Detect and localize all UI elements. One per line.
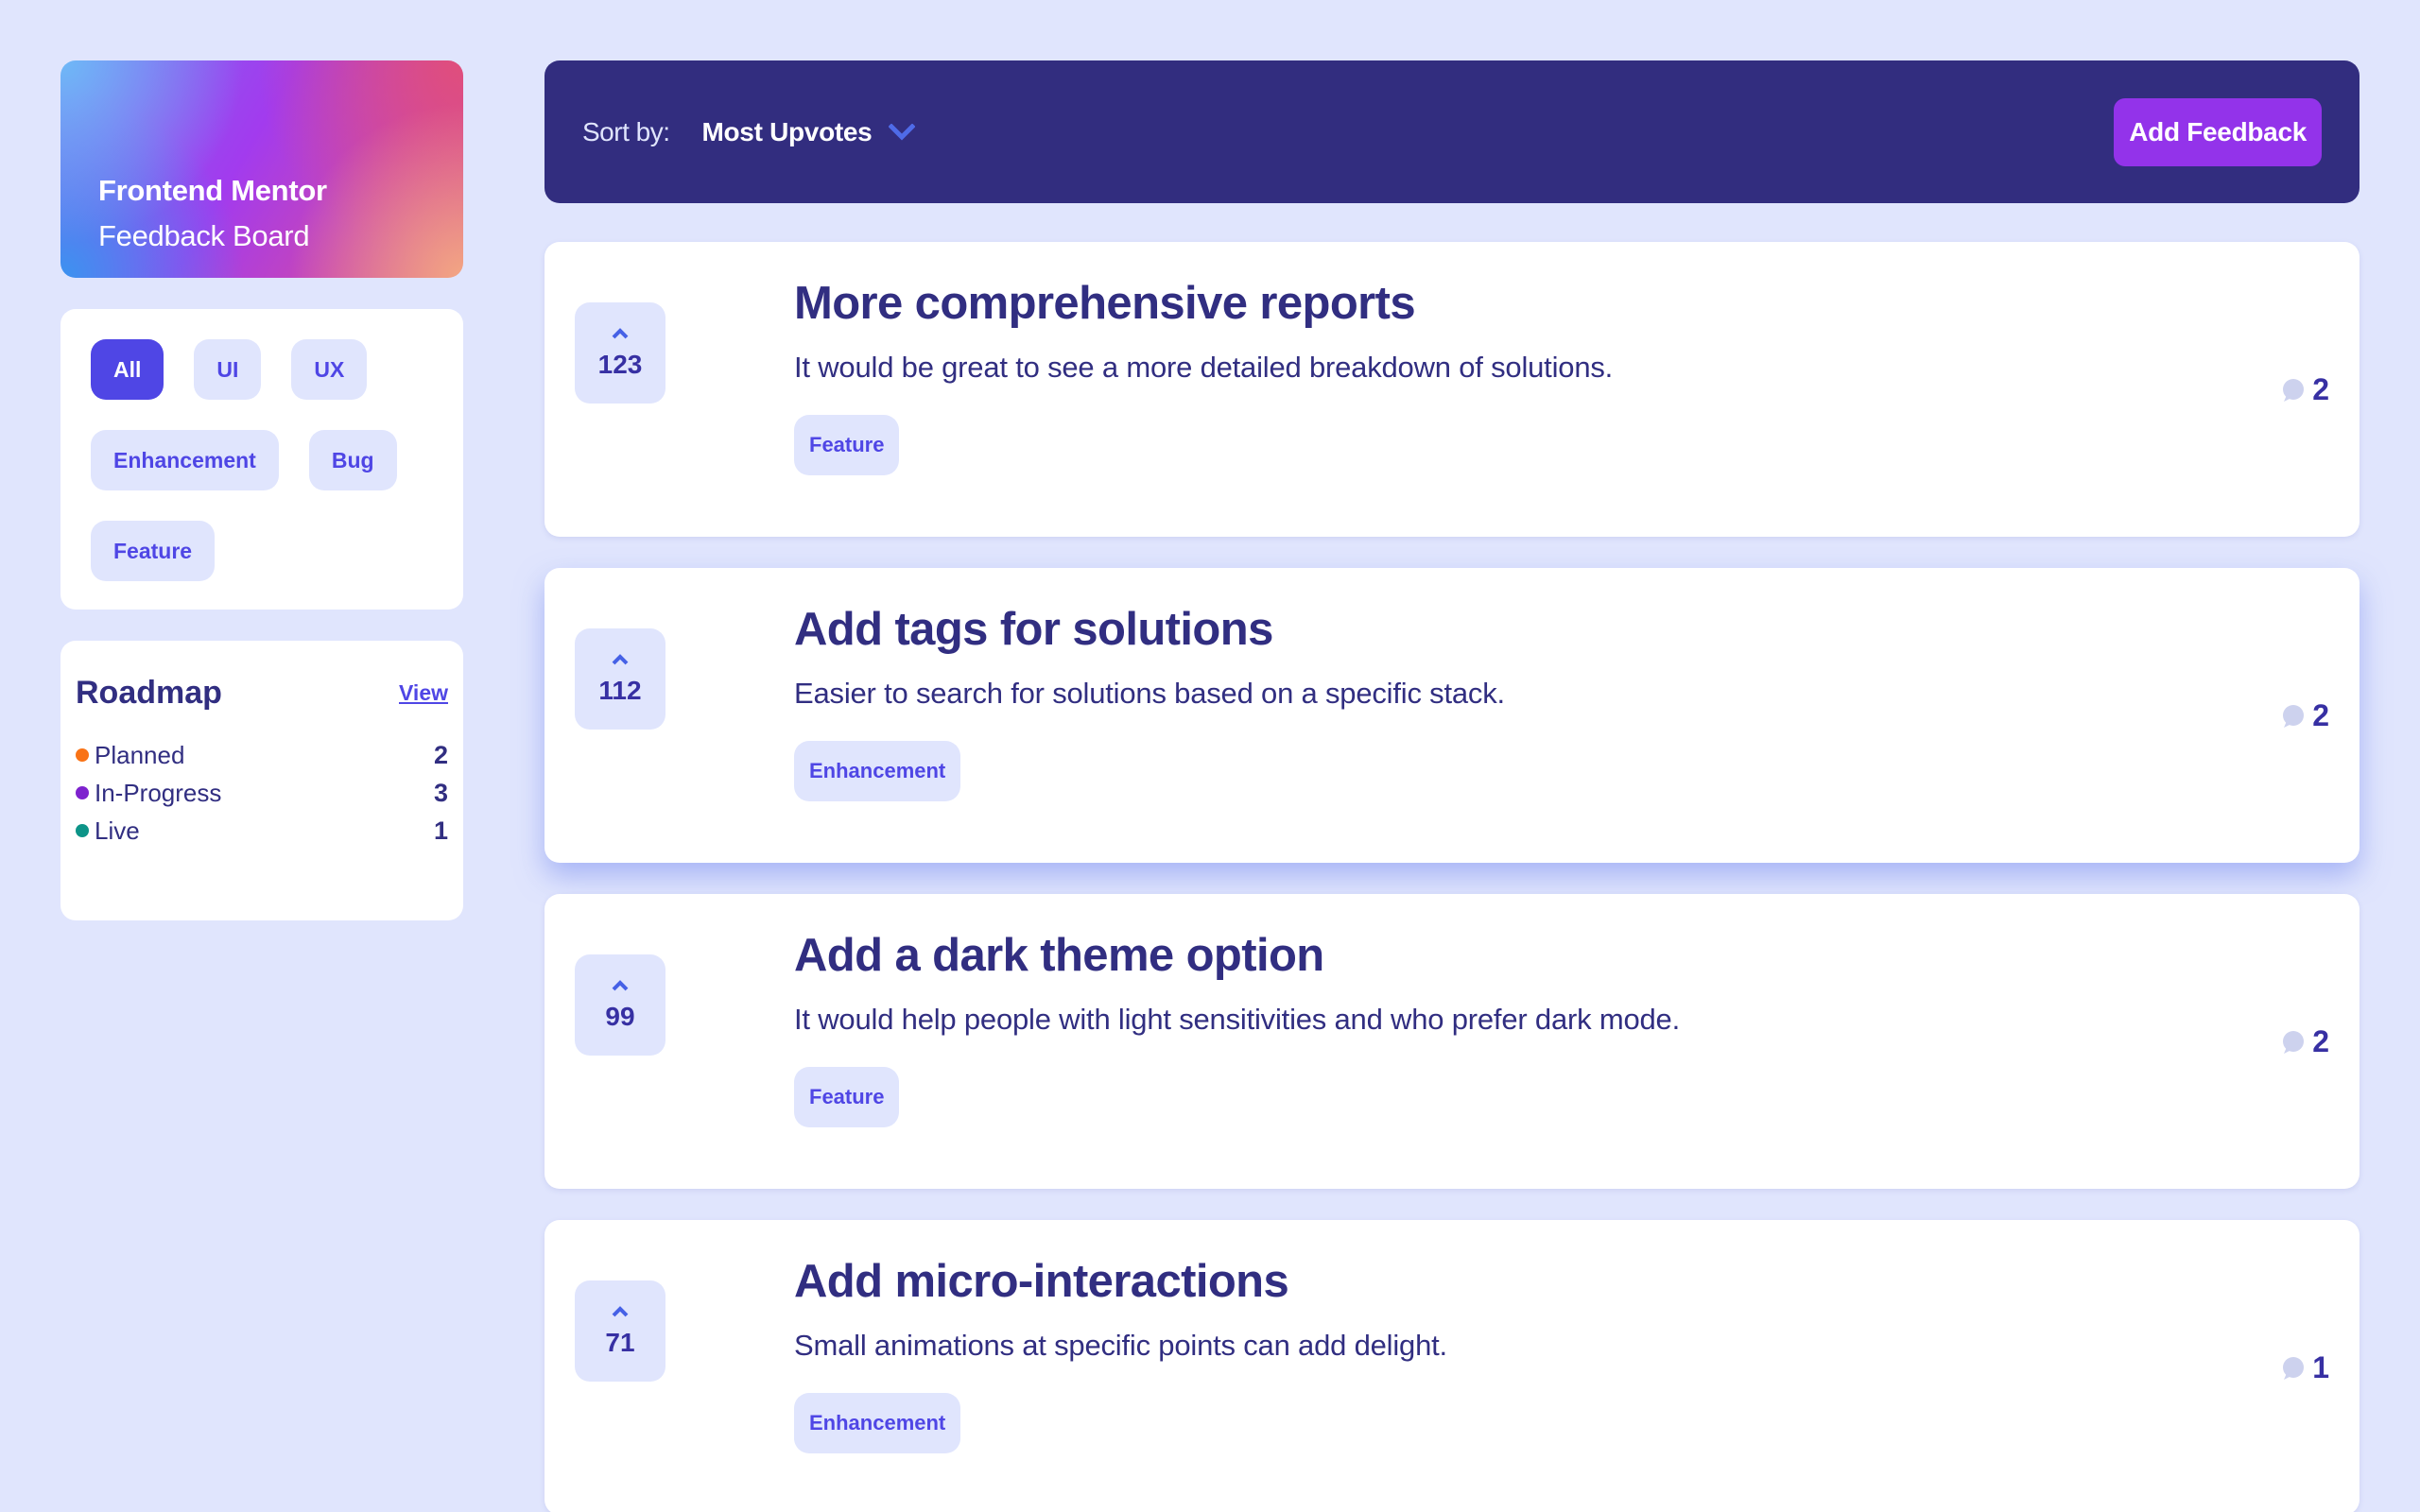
sort-value: Most Upvotes — [701, 116, 873, 146]
filter-chip-ui[interactable]: UI — [194, 339, 262, 400]
feedback-tag[interactable]: Feature — [794, 1067, 900, 1128]
status-dot-icon — [76, 786, 89, 799]
upvote-count: 112 — [598, 675, 642, 705]
comment-count: 2 — [2312, 372, 2329, 406]
brand-title: Frontend Mentor — [98, 174, 327, 207]
filter-chip-enhancement[interactable]: Enhancement — [91, 430, 279, 490]
upvote-button[interactable]: 112 — [575, 628, 666, 730]
roadmap-item-label: Planned — [95, 740, 185, 769]
roadmap-item-live: Live 1 — [76, 812, 448, 850]
feedback-title[interactable]: More comprehensive reports — [794, 276, 2208, 332]
feedback-card[interactable]: 112 Add tags for solutions Easier to sea… — [544, 568, 2360, 863]
roadmap-item-in-progress: In-Progress 3 — [76, 774, 448, 812]
roadmap-item-count: 1 — [433, 816, 448, 845]
feedback-description: It would help people with light sensitiv… — [794, 1002, 1680, 1036]
sort-dropdown[interactable]: Most Upvotes — [701, 116, 916, 147]
roadmap-list: Planned 2 In-Progress 3 Live 1 — [76, 736, 448, 850]
upvote-button[interactable]: 71 — [575, 1280, 666, 1382]
chevron-up-icon — [612, 979, 629, 990]
feedback-list: 123 More comprehensive reports It would … — [544, 242, 2360, 1512]
feedback-card[interactable]: 123 More comprehensive reports It would … — [544, 242, 2360, 537]
brand-card: Frontend Mentor Feedback Board — [60, 60, 463, 278]
roadmap-item-count: 3 — [433, 778, 448, 807]
comments[interactable]: 1 — [2280, 1350, 2329, 1385]
feedback-title[interactable]: Add a dark theme option — [794, 928, 2208, 984]
feedback-tag[interactable]: Enhancement — [794, 741, 961, 802]
roadmap-item-label: In-Progress — [95, 778, 222, 807]
category-filter: All UI UX Enhancement Bug Feature — [60, 309, 463, 610]
toolbar: Sort by: Most Upvotes Add Feedback — [544, 60, 2360, 203]
brand-subtitle: Feedback Board — [98, 219, 310, 252]
feedback-description: Easier to search for solutions based on … — [794, 676, 1505, 710]
feedback-description: It would be great to see a more detailed… — [794, 350, 1614, 384]
comment-count: 1 — [2312, 1350, 2329, 1384]
feedback-card[interactable]: 71 Add micro-interactions Small animatio… — [544, 1220, 2360, 1512]
status-dot-icon — [76, 824, 89, 837]
upvote-count: 123 — [597, 349, 643, 379]
feedback-title[interactable]: Add micro-interactions — [794, 1254, 2208, 1310]
upvote-count: 99 — [605, 1001, 635, 1031]
main-content: Sort by: Most Upvotes Add Feedback 123 M… — [544, 60, 2360, 1512]
comment-icon — [2283, 1356, 2305, 1380]
chevron-down-icon — [889, 123, 916, 141]
comment-count: 2 — [2312, 698, 2329, 732]
chevron-up-icon — [612, 653, 629, 664]
comments[interactable]: 2 — [2280, 1024, 2329, 1059]
comments[interactable]: 2 — [2280, 698, 2329, 733]
comment-icon — [2283, 704, 2305, 728]
filter-chip-all[interactable]: All — [91, 339, 164, 400]
sort-label: Sort by: — [582, 116, 670, 146]
roadmap-item-planned: Planned 2 — [76, 736, 448, 774]
feedback-tag[interactable]: Enhancement — [794, 1393, 961, 1454]
chevron-up-icon — [612, 327, 629, 338]
upvote-button[interactable]: 123 — [575, 302, 666, 404]
filter-chip-bug[interactable]: Bug — [308, 430, 397, 490]
comments[interactable]: 2 — [2280, 372, 2329, 407]
feedback-description: Small animations at specific points can … — [794, 1328, 1447, 1362]
status-dot-icon — [76, 748, 89, 762]
upvote-button[interactable]: 99 — [575, 954, 666, 1056]
filter-chip-ux[interactable]: UX — [291, 339, 368, 400]
filter-chip-feature[interactable]: Feature — [91, 521, 216, 581]
roadmap-item-count: 2 — [433, 740, 448, 769]
comment-icon — [2283, 378, 2305, 402]
roadmap-view-link[interactable]: View — [399, 680, 448, 706]
roadmap-card: Roadmap View Planned 2 In-Progress 3 Liv… — [60, 641, 463, 920]
comment-icon — [2283, 1030, 2305, 1054]
feedback-tag[interactable]: Feature — [794, 415, 900, 476]
feedback-card[interactable]: 99 Add a dark theme option It would help… — [544, 894, 2360, 1189]
sidebar: Frontend Mentor Feedback Board All UI UX… — [60, 60, 463, 920]
feedback-title[interactable]: Add tags for solutions — [794, 602, 2208, 658]
roadmap-item-label: Live — [95, 816, 140, 845]
comment-count: 2 — [2312, 1024, 2329, 1058]
add-feedback-button[interactable]: Add Feedback — [2114, 97, 2322, 166]
upvote-count: 71 — [605, 1327, 635, 1357]
chevron-up-icon — [612, 1305, 629, 1316]
roadmap-title: Roadmap — [76, 675, 222, 711]
